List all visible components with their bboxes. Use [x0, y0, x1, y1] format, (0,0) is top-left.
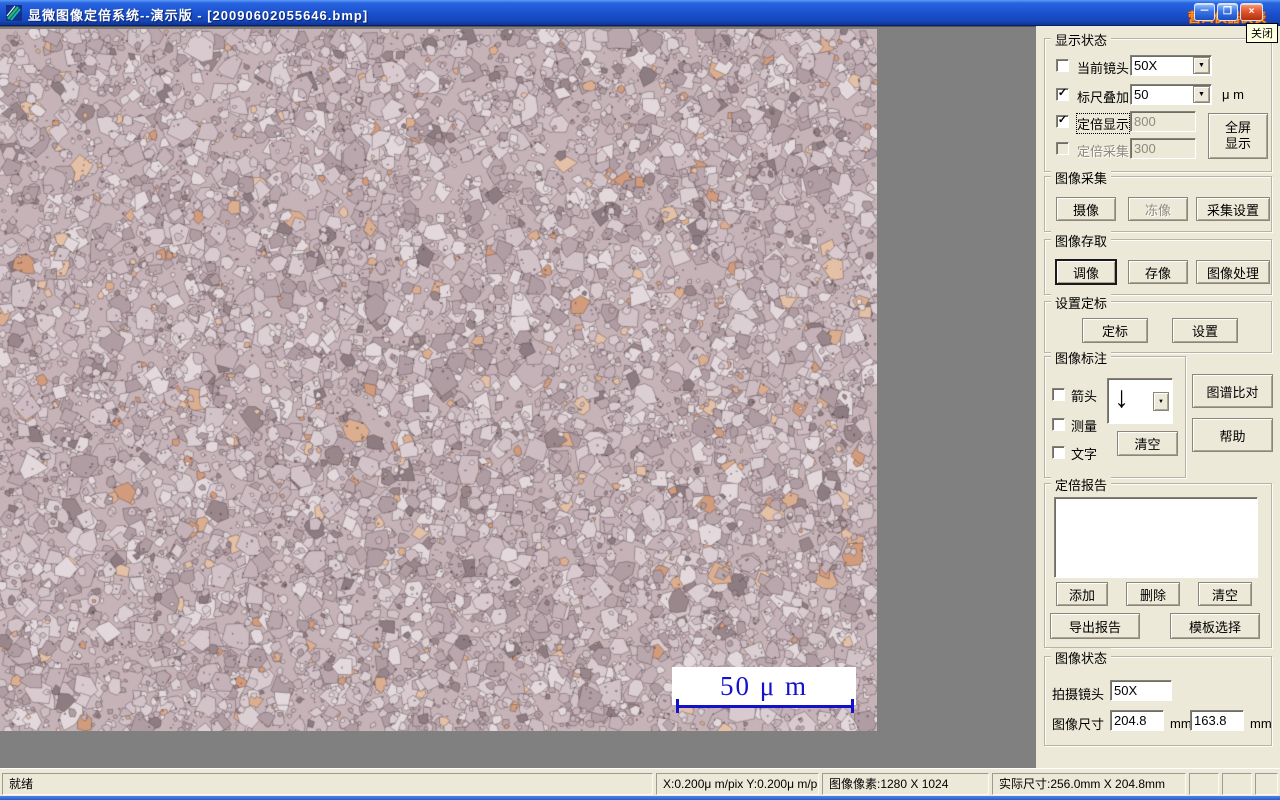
current-lens-label: 当前镜头 — [1077, 61, 1130, 76]
report-clear-button[interactable]: 清空 — [1198, 582, 1252, 606]
arrow-label: 箭头 — [1071, 389, 1098, 404]
arrow-style-combo[interactable]: ↓ ▼ — [1107, 378, 1173, 424]
measure-label: 测量 — [1071, 419, 1098, 434]
report-add-button[interactable]: 添加 — [1056, 582, 1108, 606]
help-button[interactable]: 帮助 — [1192, 418, 1273, 452]
fixed-capture-label: 定倍采集 — [1077, 144, 1130, 159]
title-bar: 显微图像定倍系统--演示版 - [20090602055646.bmp] 营口仪… — [0, 0, 1280, 43]
text-label: 文字 — [1071, 447, 1098, 462]
status-bar: 就绪 X:0.200μ m/pix Y:0.200μ m/pix 图像像素:12… — [0, 768, 1280, 796]
report-listbox[interactable] — [1054, 497, 1258, 578]
client-area: 50 μ m — [0, 26, 1036, 768]
app-window: 显微图像定倍系统--演示版 - [20090602055646.bmp] 营口仪… — [0, 0, 1280, 800]
report-delete-button[interactable]: 删除 — [1126, 582, 1180, 606]
status-pixel-scale: X:0.200μ m/pix Y:0.200μ m/pix — [656, 773, 819, 795]
group-report-title: 定倍报告 — [1051, 475, 1112, 494]
status-empty-3 — [1255, 773, 1278, 795]
fixed-display-value-field — [1130, 111, 1196, 132]
save-image-button[interactable]: 存像 — [1128, 260, 1188, 284]
image-height-field[interactable] — [1190, 710, 1244, 731]
fixed-capture-checkbox — [1056, 142, 1069, 155]
current-lens-combo[interactable]: 50X ▼ — [1130, 55, 1212, 76]
restore-button[interactable]: ❐ — [1217, 3, 1238, 21]
ruler-value-combo[interactable]: 50 ▼ — [1130, 84, 1212, 105]
image-process-button[interactable]: 图像处理 — [1196, 260, 1270, 284]
status-image-pixels: 图像像素:1280 X 1024 — [822, 773, 989, 795]
group-set-calibration-title: 设置定标 — [1051, 293, 1112, 312]
close-button[interactable]: × — [1240, 3, 1263, 21]
atlas-compare-button[interactable]: 图谱比对 — [1192, 374, 1273, 408]
status-empty-1 — [1189, 773, 1219, 795]
group-display-status-title: 显示状态 — [1051, 30, 1112, 49]
chevron-down-icon[interactable]: ▼ — [1193, 57, 1210, 74]
arrow-checkbox[interactable] — [1052, 388, 1065, 401]
image-width-field[interactable] — [1110, 710, 1164, 731]
settings-button[interactable]: 设置 — [1172, 318, 1238, 343]
status-ready: 就绪 — [2, 773, 653, 795]
image-width-unit: mm — [1170, 716, 1192, 731]
scale-bar-label: 50 μ m — [720, 670, 808, 701]
freeze-button: 冻像 — [1128, 197, 1188, 221]
load-image-button[interactable]: 调像 — [1056, 260, 1116, 284]
current-lens-checkbox[interactable] — [1056, 59, 1069, 72]
export-report-button[interactable]: 导出报告 — [1050, 613, 1140, 639]
chevron-down-icon[interactable]: ▼ — [1193, 86, 1210, 103]
group-image-capture-title: 图像采集 — [1051, 168, 1112, 187]
fullscreen-button[interactable]: 全屏 显示 — [1208, 113, 1268, 159]
group-image-storage-title: 图像存取 — [1051, 231, 1112, 250]
ruler-overlay-checkbox[interactable]: ✓ — [1056, 88, 1069, 101]
window-bottom-border — [0, 796, 1280, 800]
app-icon — [6, 5, 22, 21]
control-panel: 显示状态 当前镜头 50X ▼ ✓ 标尺叠加 50 ▼ μ m ✓ 定倍显示 定… — [1036, 26, 1280, 768]
template-select-button[interactable]: 模板选择 — [1170, 613, 1260, 639]
status-actual-size: 实际尺寸:256.0mm X 204.8mm — [992, 773, 1186, 795]
image-height-unit: mm — [1250, 716, 1272, 731]
status-empty-2 — [1222, 773, 1252, 795]
clear-annotation-button[interactable]: 清空 — [1117, 431, 1178, 456]
text-checkbox[interactable] — [1052, 446, 1065, 459]
measure-checkbox[interactable] — [1052, 418, 1065, 431]
down-arrow-icon: ↓ — [1114, 381, 1129, 414]
shoot-lens-label: 拍摄镜头 — [1052, 687, 1105, 702]
capture-settings-button[interactable]: 采集设置 — [1196, 197, 1270, 221]
fixed-capture-value-field — [1130, 138, 1196, 159]
calibrate-button[interactable]: 定标 — [1082, 318, 1148, 343]
group-image-annotation-title: 图像标注 — [1051, 348, 1112, 367]
fixed-display-label: 定倍显示 — [1075, 113, 1131, 134]
minimize-button[interactable]: － — [1194, 3, 1215, 21]
close-tooltip: 关闭 — [1246, 23, 1278, 43]
shoot-lens-field[interactable] — [1110, 680, 1172, 701]
ruler-unit-label: μ m — [1222, 87, 1244, 102]
chevron-down-icon[interactable]: ▼ — [1153, 392, 1169, 411]
capture-button[interactable]: 摄像 — [1056, 197, 1116, 221]
micrograph-image[interactable]: 50 μ m — [0, 29, 877, 731]
fixed-display-checkbox[interactable]: ✓ — [1056, 115, 1069, 128]
group-image-status-title: 图像状态 — [1051, 648, 1112, 667]
window-title: 显微图像定倍系统--演示版 - [20090602055646.bmp] — [28, 8, 369, 23]
ruler-overlay-label: 标尺叠加 — [1077, 90, 1130, 105]
scale-bar-line — [676, 699, 854, 713]
image-size-label: 图像尺寸 — [1052, 717, 1105, 732]
